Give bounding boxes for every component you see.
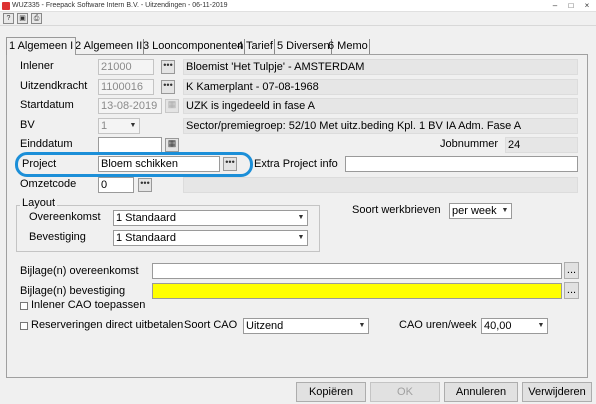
maximize-button[interactable]: □ bbox=[564, 1, 578, 11]
minimize-button[interactable]: – bbox=[548, 1, 562, 11]
calendar-icon[interactable]: ▦ bbox=[165, 99, 179, 113]
annuleren-button[interactable]: Annuleren bbox=[444, 382, 518, 402]
bv-label: BV bbox=[20, 119, 35, 131]
verwijderen-button[interactable]: Verwijderen bbox=[522, 382, 592, 402]
uitzendkracht-lookup-button[interactable]: ••• bbox=[161, 80, 175, 94]
bv-value: 1 bbox=[101, 120, 108, 132]
layout-group-label: Layout bbox=[20, 196, 58, 211]
reserveringen-label: Reserveringen direct uitbetalen bbox=[31, 319, 184, 331]
soort-werkbrieven-label: Soort werkbrieven bbox=[352, 204, 441, 216]
soort-cao-label: Soort CAO bbox=[184, 319, 238, 331]
soort-cao-value: Uitzend bbox=[246, 320, 284, 332]
tab-memo[interactable]: 6 Memo bbox=[327, 39, 370, 54]
print-icon[interactable]: ⎙ bbox=[31, 13, 42, 24]
chevron-down-icon: ▼ bbox=[129, 122, 137, 129]
close-button[interactable]: × bbox=[580, 1, 594, 11]
bijlage-bevestiging-browse-button[interactable]: ... bbox=[564, 282, 579, 299]
uitzendkracht-info: K Kamerplant - 07-08-1968 bbox=[183, 79, 578, 95]
kopieren-button[interactable]: Kopiëren bbox=[296, 382, 366, 402]
jobnummer-label: Jobnummer bbox=[440, 138, 499, 150]
bijlage-overeenkomst-field[interactable] bbox=[152, 263, 562, 279]
chevron-down-icon: ▼ bbox=[297, 214, 305, 221]
title-bar: WUZ335 - Freepack Software Intern B.V. -… bbox=[0, 0, 596, 12]
extra-project-info-label: Extra Project info bbox=[254, 158, 338, 170]
uitzendkracht-field[interactable]: 1100016 bbox=[98, 79, 154, 95]
save-icon[interactable]: ▣ bbox=[17, 13, 28, 24]
reserveringen-checkbox[interactable] bbox=[20, 322, 28, 330]
tab-tarief[interactable]: 4 Tarief bbox=[236, 39, 275, 54]
calendar-icon[interactable]: ▦ bbox=[165, 138, 179, 152]
inlener-cao-label: Inlener CAO toepassen bbox=[31, 299, 146, 311]
startdatum-label: Startdatum bbox=[20, 99, 74, 111]
overeenkomst-value: 1 Standaard bbox=[116, 212, 176, 224]
inlener-label: Inlener bbox=[20, 60, 54, 72]
tab-looncomponenten[interactable]: 3 Looncomponenten bbox=[142, 39, 246, 54]
overeenkomst-label: Overeenkomst bbox=[29, 211, 101, 223]
inlener-cao-checkbox[interactable] bbox=[20, 302, 28, 310]
extra-project-info-field[interactable] bbox=[345, 156, 578, 172]
inlener-field[interactable]: 21000 bbox=[98, 59, 154, 75]
inlener-lookup-button[interactable]: ••• bbox=[161, 60, 175, 74]
tab-diversen[interactable]: 5 Diversen bbox=[276, 39, 332, 54]
bijlage-bevestiging-label: Bijlage(n) bevestiging bbox=[20, 285, 126, 297]
app-icon bbox=[2, 2, 10, 10]
soort-werkbrieven-select[interactable]: per week ▼ bbox=[449, 203, 512, 219]
bijlage-bevestiging-field[interactable] bbox=[152, 283, 562, 299]
toolbar: ? ▣ ⎙ bbox=[0, 12, 596, 26]
tab-algemeen-1[interactable]: 1 Algemeen I bbox=[6, 37, 77, 55]
soort-werkbrieven-value: per week bbox=[452, 205, 497, 217]
bijlage-overeenkomst-browse-button[interactable]: ... bbox=[564, 262, 579, 279]
cao-uren-select[interactable]: 40,00 ▼ bbox=[481, 318, 548, 334]
uitzendkracht-label: Uitzendkracht bbox=[20, 80, 88, 92]
omzetcode-info bbox=[183, 177, 578, 193]
chevron-down-icon: ▼ bbox=[297, 234, 305, 241]
bv-select[interactable]: 1 ▼ bbox=[98, 118, 140, 134]
chevron-down-icon: ▼ bbox=[537, 322, 545, 329]
jobnummer-value: 24 bbox=[505, 137, 578, 153]
chevron-down-icon: ▼ bbox=[501, 207, 509, 214]
ok-button[interactable]: OK bbox=[370, 382, 440, 402]
cao-uren-value: 40,00 bbox=[484, 320, 512, 332]
omzetcode-field[interactable]: 0 bbox=[98, 177, 134, 193]
bevestiging-value: 1 Standaard bbox=[116, 232, 176, 244]
einddatum-label: Einddatum bbox=[20, 138, 73, 150]
tab-algemeen-2[interactable]: 2 Algemeen II bbox=[74, 39, 145, 54]
bevestiging-label: Bevestiging bbox=[29, 231, 86, 243]
omzetcode-lookup-button[interactable]: ••• bbox=[138, 178, 152, 192]
project-highlight-annotation bbox=[15, 152, 253, 177]
inlener-info: Bloemist 'Het Tulpje' - AMSTERDAM bbox=[183, 59, 578, 75]
overeenkomst-select[interactable]: 1 Standaard ▼ bbox=[113, 210, 308, 226]
soort-cao-select[interactable]: Uitzend ▼ bbox=[243, 318, 369, 334]
bijlage-overeenkomst-label: Bijlage(n) overeenkomst bbox=[20, 265, 139, 277]
help-icon[interactable]: ? bbox=[3, 13, 14, 24]
einddatum-field[interactable] bbox=[98, 137, 162, 153]
window-title: WUZ335 - Freepack Software Intern B.V. -… bbox=[12, 2, 228, 9]
omzetcode-label: Omzetcode bbox=[20, 178, 77, 190]
startdatum-info: UZK is ingedeeld in fase A bbox=[183, 98, 578, 114]
startdatum-field[interactable]: 13-08-2019 bbox=[98, 98, 162, 114]
bv-info: Sector/premiegroep: 52/10 Met uitz.bedin… bbox=[183, 118, 578, 134]
bevestiging-select[interactable]: 1 Standaard ▼ bbox=[113, 230, 308, 246]
cao-uren-label: CAO uren/week bbox=[399, 319, 477, 331]
chevron-down-icon: ▼ bbox=[358, 322, 366, 329]
